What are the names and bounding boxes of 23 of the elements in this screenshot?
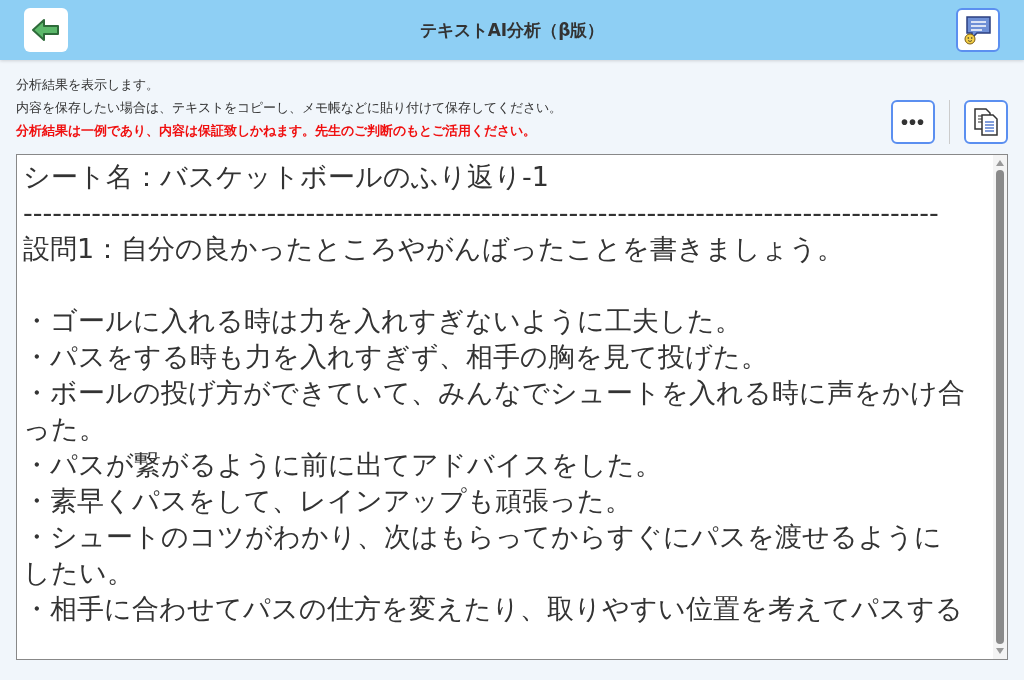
copy-icon [972,107,1000,137]
notice-text: 分析結果を表示します。 [16,76,160,94]
text-line: ・パスが繋がるように前に出てアドバイスをした。 [23,448,663,482]
text-line: ・パスをする時も力を入れすぎず、相手の胸を見て投げた。 [23,340,769,374]
text-line: 設問1：自分の良かったところやがんばったことを書きましょう。 [23,232,846,266]
text-line: ・シュートのコツがわかり、次はもらってからすぐにパスを渡せるようにしたい。 [23,520,943,590]
notice-text: 内容を保存したい場合は、テキストをコピーし、メモ帳などに貼り付けて保存してください。 [16,99,562,117]
warning-text: 分析結果は一例であり、内容は保証致しかねます。先生のご判断のもとご活用ください。 [16,122,537,140]
more-button[interactable]: ••• [891,100,935,144]
copy-button[interactable] [964,100,1008,144]
back-button[interactable] [24,8,68,52]
result-text-area[interactable] [16,154,1008,660]
text-line: ---------------------------------------------------------------------------------------------- [23,196,940,230]
text-line: ・素早くパスをして、レインアップも頑張った。 [23,484,633,518]
text-line: ・ゴールに入れる時は力を入れすぎないように工夫した。 [23,304,743,338]
text-line: ・ボールの投げ方ができていて、みんなでシュートを入れる時に声をかけ合った。 [23,376,966,446]
text-line: ・相手に合わせてパスの仕方を変えたり、取りやすい位置を考えてパスする [23,592,964,626]
speech-bubble-face-icon [963,15,993,45]
back-arrow-icon [31,18,61,42]
window-title: テキストAI分析（β版） [419,18,605,42]
feedback-button[interactable] [956,8,1000,52]
text-line: シート名：バスケットボールのふり返り-1 [23,160,550,194]
scrollbar[interactable] [993,155,1007,659]
